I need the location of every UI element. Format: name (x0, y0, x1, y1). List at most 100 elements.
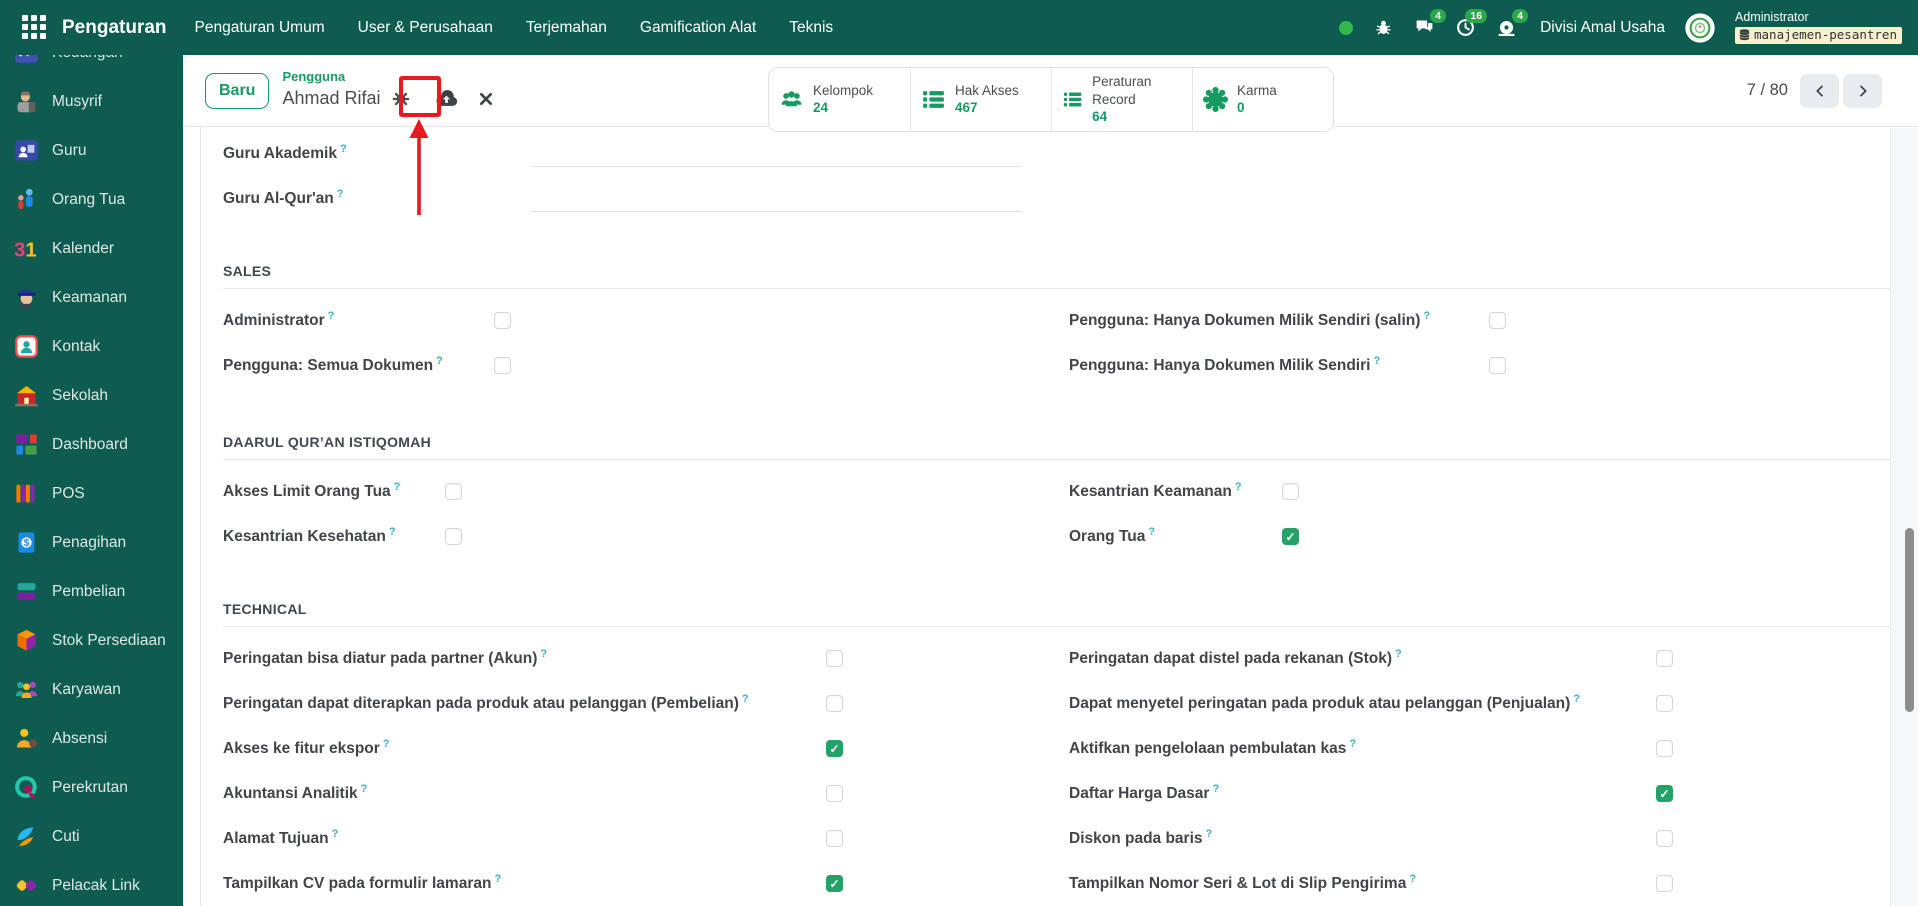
sidebar-item-penagihan[interactable]: $ Penagihan (13, 518, 183, 567)
sidebar-item-kontak[interactable]: Kontak (13, 322, 183, 371)
checkbox[interactable] (826, 695, 843, 712)
menu-gamification-alat[interactable]: Gamification Alat (640, 19, 756, 37)
checkbox[interactable] (445, 483, 462, 500)
checkbox[interactable] (1656, 785, 1673, 802)
checkbox[interactable] (1282, 528, 1299, 545)
messages-icon[interactable]: 4 (1413, 8, 1447, 39)
sidebar-item-karyawan[interactable]: Karyawan (13, 665, 183, 714)
sidebar-item-pelacak-link[interactable]: Pelacak Link (13, 861, 183, 906)
list-icon (1063, 92, 1082, 107)
menu-teknis[interactable]: Teknis (789, 19, 833, 37)
help-marker: ? (340, 143, 347, 156)
stat-karma-button[interactable]: Karma 0 (1192, 68, 1333, 131)
sidebar-item-cuti[interactable]: Cuti (13, 812, 183, 861)
topbar: Pengaturan Pengaturan Umum User & Perusa… (0, 0, 1918, 55)
checkbox[interactable] (1489, 312, 1506, 329)
user-menu[interactable]: Administrator manajemen-pesantren (1735, 10, 1902, 44)
form-sheet: Guru Akademik? Guru Al-Qur'an? SALES Adm… (200, 127, 1890, 906)
menu-terjemahan[interactable]: Terjemahan (526, 19, 607, 37)
sidebar-item-musyrif[interactable]: Musyrif (13, 77, 183, 126)
help-marker: ? (1234, 481, 1242, 494)
checkbox[interactable] (826, 740, 843, 757)
debug-bug-icon[interactable] (1372, 17, 1394, 39)
sidebar-item-guru[interactable]: Guru (13, 126, 183, 175)
pembelian-icon (17, 583, 36, 600)
sidebar-item-dashboard[interactable]: Dashboard (13, 420, 183, 469)
guru-alquran-input[interactable] (531, 185, 1022, 212)
menu-pengaturan-umum[interactable]: Pengaturan Umum (195, 19, 325, 37)
control-panel: Baru Pengguna Ahmad Rifai Kelompok 24 Ha… (183, 55, 1918, 132)
online-status-dot (1339, 20, 1354, 35)
sidebar-item-orang-tua[interactable]: Orang Tua (13, 175, 183, 224)
kontak-icon (15, 335, 38, 358)
setting-row: Daftar Harga Dasar? (1069, 771, 1890, 816)
setting-row: Peringatan dapat diterapkan pada produk … (223, 681, 1069, 726)
help-marker: ? (1205, 828, 1213, 841)
keuangan-icon (15, 55, 38, 63)
checkbox[interactable] (1656, 830, 1673, 847)
svg-text:$: $ (24, 538, 30, 549)
musyrif-icon (17, 91, 36, 113)
discard-button[interactable] (478, 91, 494, 107)
checkbox[interactable] (1489, 357, 1506, 374)
setting-row: Alamat Tujuan? (223, 816, 1069, 861)
requests-disc-icon[interactable]: 4 (1495, 8, 1529, 39)
checkbox[interactable] (826, 875, 843, 892)
checkbox[interactable] (826, 650, 843, 667)
pager-counter: 7 / 80 (1746, 81, 1788, 99)
checkbox[interactable] (1656, 740, 1673, 757)
field-guru-akademik: Guru Akademik? (223, 131, 1890, 176)
sidebar-item-absensi[interactable]: Absensi (13, 714, 183, 763)
pager-next-button[interactable] (1843, 73, 1882, 108)
save-cloud-button[interactable] (433, 85, 460, 112)
checkbox[interactable] (1656, 695, 1673, 712)
company-switcher[interactable]: Divisi Amal Usaha (1540, 19, 1665, 37)
help-marker: ? (331, 828, 339, 841)
guru-akademik-input[interactable] (531, 140, 1022, 167)
chevron-right-icon (1859, 84, 1867, 97)
sidebar-item-kalender[interactable]: 31 Kalender (13, 224, 183, 273)
stat-hak-akses-button[interactable]: Hak Akses 467 (910, 68, 1051, 131)
activities-clock-icon[interactable]: 16 (1454, 8, 1488, 39)
cuti-icon (17, 827, 34, 847)
checkbox[interactable] (826, 785, 843, 802)
checkbox[interactable] (494, 312, 511, 329)
setting-row: Dapat menyetel peringatan pada produk at… (1069, 681, 1890, 726)
stat-peraturan-record-button[interactable]: Peraturan Record 64 (1051, 68, 1192, 131)
breadcrumb-parent-link[interactable]: Pengguna (282, 69, 493, 84)
section-title: TECHNICAL (223, 601, 1890, 627)
section-title: SALES (223, 263, 1890, 289)
scrollbar-thumb[interactable] (1905, 528, 1914, 712)
sidebar-item-stok-persediaan[interactable]: Stok Persediaan (13, 616, 183, 665)
gear-icon (392, 90, 409, 107)
kalender-icon: 31 (14, 239, 37, 261)
sidebar-item-keuangan[interactable]: Keuangan (13, 55, 183, 77)
setting-row: Orang Tua? (1069, 514, 1890, 559)
menu-user-perusahaan[interactable]: User & Perusahaan (358, 19, 493, 37)
setting-row: Akses ke fitur ekspor? (223, 726, 1069, 771)
checkbox[interactable] (445, 528, 462, 545)
help-marker: ? (436, 355, 443, 368)
apps-grid-icon[interactable] (22, 14, 48, 41)
checkbox[interactable] (826, 830, 843, 847)
checkbox[interactable] (1656, 875, 1673, 892)
pager-previous-button[interactable] (1800, 73, 1839, 108)
breadcrumb: Pengguna Ahmad Rifai (282, 69, 493, 112)
sidebar: Keuangan Musyrif Guru Orang Tua 31 Kalen… (0, 55, 183, 906)
checkbox[interactable] (1282, 483, 1299, 500)
help-marker: ? (393, 481, 401, 494)
user-avatar[interactable] (1684, 12, 1716, 44)
setting-row: Aktifkan pengelolaan pembulatan kas? (1069, 726, 1890, 771)
sidebar-item-pembelian[interactable]: Pembelian (13, 567, 183, 616)
sidebar-item-pos[interactable]: POS (13, 469, 183, 518)
actions-gear-button[interactable] (391, 89, 411, 109)
stat-kelompok-button[interactable]: Kelompok 24 (769, 68, 910, 131)
sidebar-item-perekrutan[interactable]: Perekrutan (13, 763, 183, 812)
help-marker: ? (741, 693, 749, 706)
checkbox[interactable] (494, 357, 511, 374)
sidebar-item-keamanan[interactable]: Keamanan (13, 273, 183, 322)
sidebar-item-sekolah[interactable]: Sekolah (13, 371, 183, 420)
app-name[interactable]: Pengaturan (62, 17, 167, 39)
checkbox[interactable] (1656, 650, 1673, 667)
sekolah-icon (15, 385, 38, 407)
